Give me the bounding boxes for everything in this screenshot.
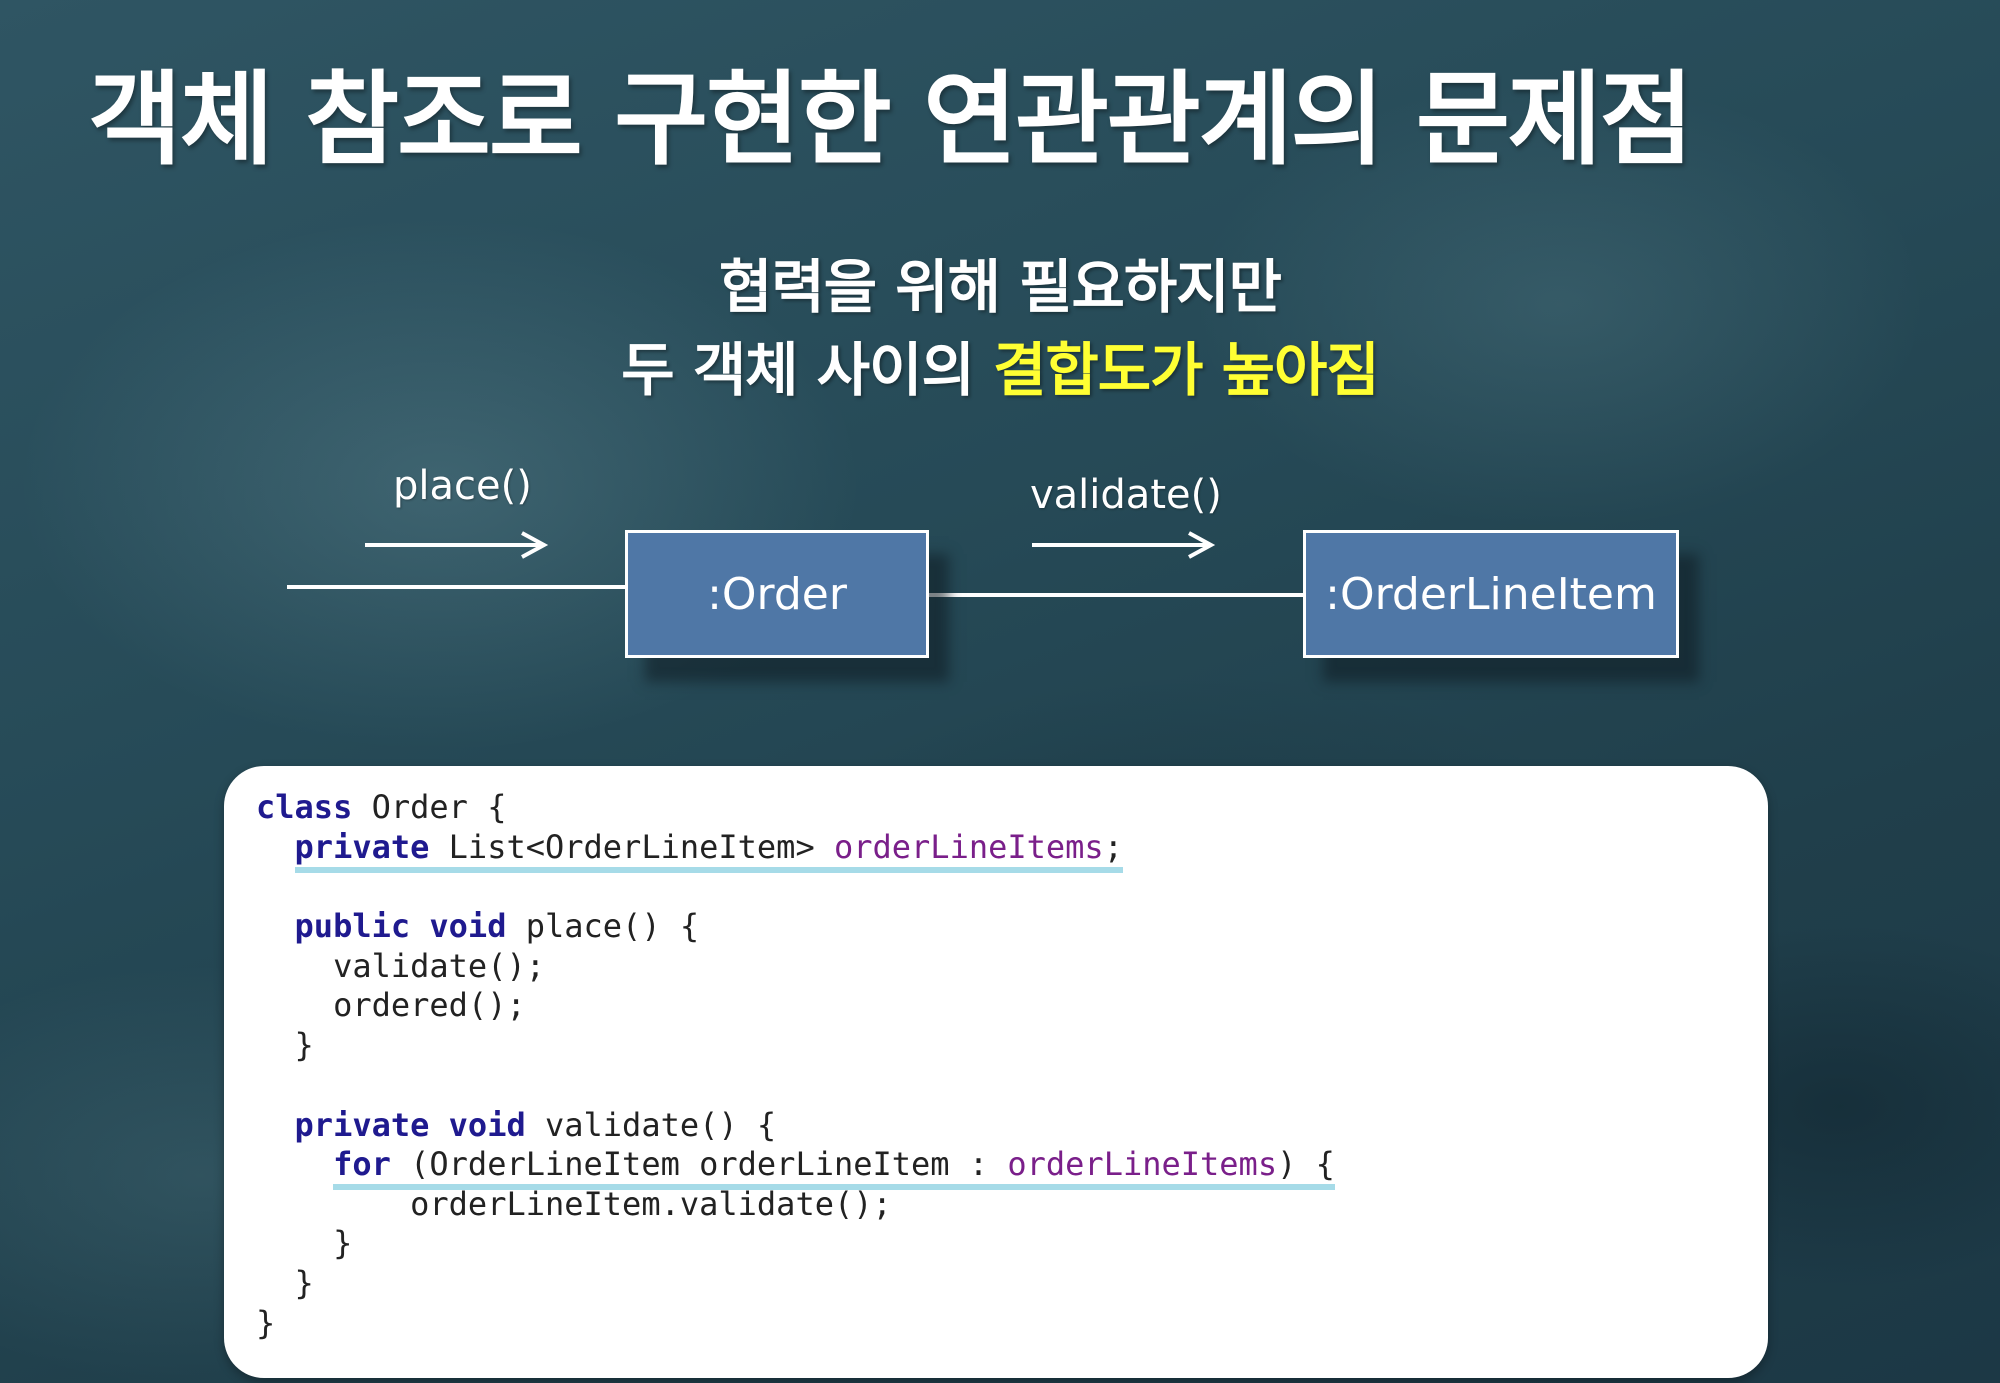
code-text: } [294, 1025, 314, 1064]
code-text: (OrderLineItem orderLineItem : [390, 1145, 1008, 1184]
code-keyword: void [429, 907, 507, 946]
code-keyword: for [333, 1145, 391, 1184]
sequence-diagram [287, 531, 1305, 597]
validate-arrow [1032, 531, 1216, 559]
code-text: place() { [506, 907, 700, 946]
code-line: } [256, 1304, 1736, 1344]
code-line: private List<OrderLineItem> orderLineIte… [256, 827, 1736, 873]
code-line: } [256, 1026, 1736, 1066]
code-line: validate(); [256, 947, 1736, 987]
place-arrow [365, 531, 549, 559]
order-object-box: :Order [625, 530, 929, 658]
code-underline: private List<OrderLineItem> orderLineIte… [294, 827, 1123, 873]
validate-message-label: validate() [1030, 472, 1222, 518]
code-text: orderLineItem.validate(); [410, 1184, 892, 1223]
code-text: validate(); [333, 946, 545, 985]
code-text: } [294, 1263, 314, 1302]
code-text: ) { [1277, 1145, 1335, 1184]
code-line: private void validate() { [256, 1106, 1736, 1146]
code-line: public void place() { [256, 907, 1736, 947]
place-message-label: place() [393, 463, 532, 509]
code-keyword: void [448, 1105, 526, 1144]
code-text: ; [1103, 827, 1123, 866]
code-keyword: public [294, 907, 411, 946]
code-text: ordered(); [333, 986, 526, 1025]
code-text: List<OrderLineItem> [429, 827, 834, 866]
code-keyword: private [294, 827, 430, 866]
code-line: } [256, 1264, 1736, 1304]
code-line: } [256, 1224, 1736, 1264]
code-text: } [256, 1303, 276, 1342]
code-line: orderLineItem.validate(); [256, 1185, 1736, 1225]
code-keyword: class [256, 788, 353, 826]
orderlineitem-object-box: :OrderLineItem [1303, 530, 1679, 658]
code-keyword: private [294, 1105, 430, 1144]
code-line: class Order { [256, 788, 1736, 828]
code-field: orderLineItems [833, 827, 1104, 866]
code-field: orderLineItems [1007, 1145, 1278, 1184]
code-text: } [333, 1224, 353, 1263]
code-line: for (OrderLineItem orderLineItem : order… [256, 1145, 1736, 1191]
code-line: ordered(); [256, 986, 1736, 1026]
code-text: Order { [352, 788, 507, 826]
code-text: validate() { [525, 1105, 777, 1144]
code-panel: class Order { private List<OrderLineItem… [224, 766, 1768, 1378]
code-underline: for (OrderLineItem orderLineItem : order… [333, 1145, 1335, 1191]
slide: 객체 참조로 구현한 연관관계의 문제점 협력을 위해 필요하지만 두 객체 사… [0, 0, 2000, 1383]
